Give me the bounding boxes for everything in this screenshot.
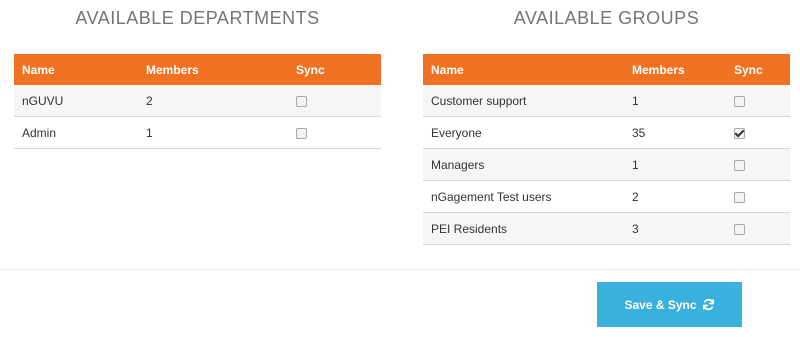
group-row-customer-support: Customer support 1 <box>423 85 790 117</box>
group-row-everyone: Everyone 35 <box>423 117 790 149</box>
groups-header-sync[interactable]: Sync <box>734 63 790 77</box>
sync-icon <box>702 298 715 311</box>
department-sync-checkbox[interactable] <box>296 127 307 139</box>
group-name: nGagement Test users <box>431 189 552 204</box>
group-name: Everyone <box>431 125 482 140</box>
groups-title: AVAILABLE GROUPS <box>513 8 700 28</box>
group-sync-checkbox[interactable] <box>734 191 745 203</box>
group-row-ngagement-test-users: nGagement Test users 2 <box>423 181 790 213</box>
group-members: 2 <box>632 189 639 204</box>
group-members: 3 <box>632 221 639 236</box>
departments-title: AVAILABLE DEPARTMENTS <box>75 8 320 28</box>
group-name: PEI Residents <box>431 221 508 236</box>
group-name: Managers <box>431 157 485 172</box>
departments-table-header: Name Members Sync <box>14 54 381 85</box>
group-members: 1 <box>632 157 639 172</box>
groups-header-name[interactable]: Name <box>423 63 632 77</box>
group-row-managers: Managers 1 <box>423 149 790 181</box>
save-sync-label: Save & Sync <box>624 297 697 312</box>
groups-table: Name Members Sync Customer support 1 Eve… <box>423 54 790 245</box>
groups-table-header: Name Members Sync <box>423 54 790 85</box>
departments-table: Name Members Sync nGUVU 2 Admin 1 <box>14 54 381 149</box>
group-name: Customer support <box>431 93 527 108</box>
department-name: Admin <box>22 125 57 140</box>
departments-header-sync[interactable]: Sync <box>292 63 381 77</box>
department-name: nGUVU <box>22 93 64 108</box>
department-sync-checkbox[interactable] <box>296 95 307 107</box>
group-sync-checkbox[interactable] <box>734 127 745 139</box>
group-members: 35 <box>632 125 646 140</box>
departments-header-members[interactable]: Members <box>146 63 292 77</box>
departments-panel: AVAILABLE DEPARTMENTS Name Members Sync … <box>14 0 381 149</box>
department-members: 2 <box>146 93 153 108</box>
groups-panel: AVAILABLE GROUPS Name Members Sync Custo… <box>423 0 790 245</box>
group-sync-checkbox[interactable] <box>734 95 745 107</box>
group-sync-checkbox[interactable] <box>734 223 745 235</box>
groups-header-members[interactable]: Members <box>632 63 734 77</box>
department-members: 1 <box>146 125 153 140</box>
group-row-pei-residents: PEI Residents 3 <box>423 213 790 245</box>
departments-header-name[interactable]: Name <box>14 63 146 77</box>
save-sync-button[interactable]: Save & Sync <box>597 282 742 327</box>
department-row-admin: Admin 1 <box>14 117 381 149</box>
group-members: 1 <box>632 93 639 108</box>
group-sync-checkbox[interactable] <box>734 159 745 171</box>
footer-divider <box>0 269 800 270</box>
department-row-nguvu: nGUVU 2 <box>14 85 381 117</box>
